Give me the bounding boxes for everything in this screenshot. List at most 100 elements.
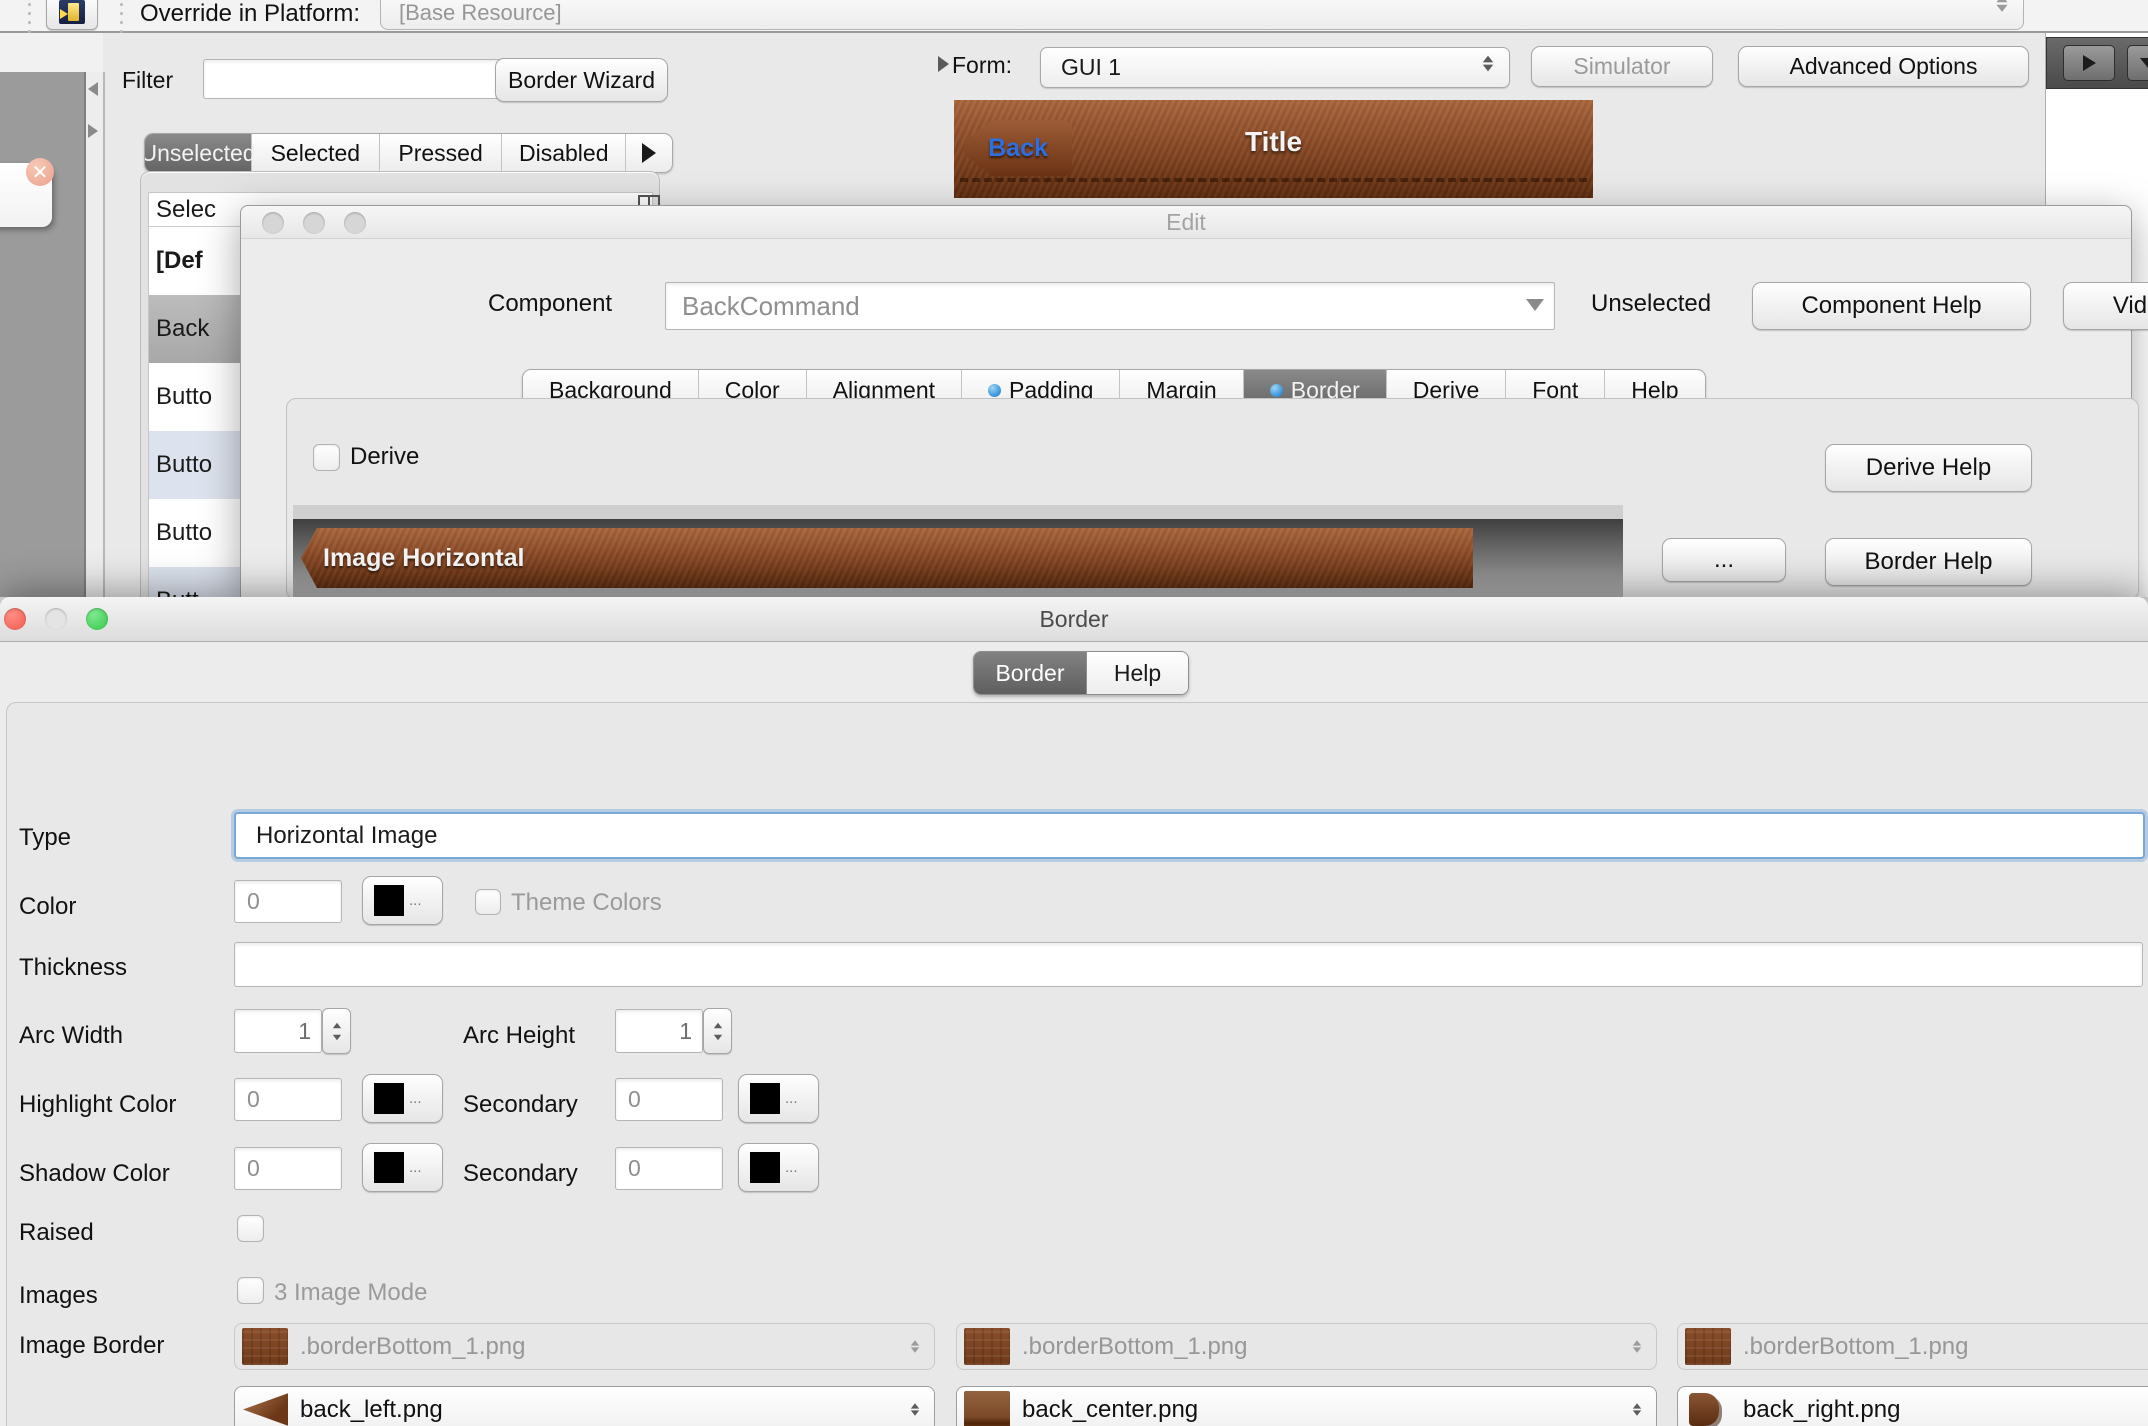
highlight-color-input[interactable]: 0 <box>234 1078 342 1121</box>
advanced-options-button[interactable]: Advanced Options <box>1738 46 2029 87</box>
edit-titlebar[interactable]: Edit <box>241 206 2131 239</box>
collapse-right-icon[interactable] <box>88 124 98 138</box>
advanced-options-label: Advanced Options <box>1790 53 1978 80</box>
table-header-label: Selec <box>156 196 216 224</box>
theme-colors-checkbox[interactable] <box>475 889 501 915</box>
thickness-input[interactable] <box>234 942 2143 987</box>
rear-dark-toolbar <box>2046 37 2148 89</box>
chevron-right-icon <box>642 143 656 163</box>
component-value: BackCommand <box>682 291 860 322</box>
color-swatch <box>374 885 404 916</box>
override-icon-button[interactable] <box>46 0 98 30</box>
shadow-swatch-button[interactable]: ... <box>362 1143 443 1192</box>
close-icon[interactable]: ✕ <box>26 158 54 186</box>
shadow-secondary-swatch-button[interactable]: ... <box>738 1143 819 1192</box>
toolbar-grip-dots-2 <box>120 3 123 33</box>
left-preview-panel: ✕ <box>0 72 86 597</box>
image-file-label: back_right.png <box>1743 1396 2148 1424</box>
close-button[interactable] <box>262 212 284 234</box>
arc-height-label: Arc Height <box>463 1021 575 1051</box>
derive-checkbox[interactable] <box>313 444 340 471</box>
arc-height-input[interactable]: 1 <box>615 1009 703 1053</box>
image-border-select-right[interactable]: back_right.png <box>1677 1386 2148 1426</box>
tab-overflow-button[interactable] <box>626 134 672 172</box>
shadow-color-input[interactable]: 0 <box>234 1147 342 1190</box>
component-combobox[interactable]: BackCommand <box>665 282 1555 330</box>
video-tutorial-label: Video Tutorial <box>2113 292 2148 320</box>
segment-border[interactable]: Border <box>974 652 1086 694</box>
collapse-left-icon[interactable] <box>88 82 98 96</box>
play-icon <box>2083 55 2096 71</box>
color-swatch <box>750 1152 780 1183</box>
highlight-swatch-button[interactable]: ... <box>362 1074 443 1123</box>
type-combobox[interactable]: Horizontal Image <box>234 812 2145 859</box>
tab-selected[interactable]: Selected <box>252 134 380 172</box>
border-picker-button[interactable]: ... <box>1662 538 1786 582</box>
stitch-line <box>960 178 1587 182</box>
simulator-button[interactable]: Simulator <box>1531 46 1713 87</box>
image-border-select-left[interactable]: back_left.png <box>234 1386 935 1426</box>
border-form-panel: Type Horizontal Image Color 0 ... Theme … <box>6 702 2148 1426</box>
platform-resource-select[interactable]: [Base Resource] <box>380 0 2024 30</box>
type-value: Horizontal Image <box>256 822 437 850</box>
ellipsis-label: ... <box>409 1159 422 1176</box>
more-label: ... <box>1714 546 1734 574</box>
form-collapse-icon[interactable] <box>938 56 949 72</box>
form-select[interactable]: GUI 1 <box>1040 47 1510 88</box>
component-label: Component <box>488 289 612 319</box>
border-titlebar[interactable]: Border <box>0 597 2148 642</box>
three-image-mode-label: 3 Image Mode <box>274 1278 427 1308</box>
image-border-select-top-right[interactable]: .borderBottom_1.png <box>1677 1323 2148 1370</box>
color-swatch-button[interactable]: ... <box>362 876 443 925</box>
zoom-button[interactable] <box>86 608 108 630</box>
image-border-select-center[interactable]: back_center.png <box>956 1386 1657 1426</box>
image-border-select-top-center[interactable]: .borderBottom_1.png <box>956 1323 1657 1370</box>
highlight-secondary-swatch-button[interactable]: ... <box>738 1074 819 1123</box>
close-button[interactable] <box>4 608 26 630</box>
minimize-button[interactable] <box>45 608 67 630</box>
image-thumbnail-icon <box>964 1391 1010 1426</box>
border-preview-item[interactable]: Image Horizontal <box>301 528 1473 588</box>
arc-height-value: 1 <box>679 1018 692 1045</box>
splitter-strip <box>86 72 105 597</box>
tab-unselected[interactable]: Unselected <box>145 134 252 172</box>
arc-height-stepper[interactable] <box>703 1008 732 1054</box>
arc-width-stepper[interactable] <box>322 1008 351 1054</box>
segment-label: Help <box>1114 660 1161 687</box>
tab-pressed[interactable]: Pressed <box>380 134 503 172</box>
edit-state-label: Unselected <box>1591 289 1711 319</box>
highlight-secondary-value: 0 <box>628 1086 641 1113</box>
segment-help[interactable]: Help <box>1086 652 1188 694</box>
border-help-label: Border Help <box>1864 548 1992 576</box>
color-input[interactable]: 0 <box>234 880 342 923</box>
image-file-label: .borderBottom_1.png <box>1743 1333 2148 1361</box>
raised-checkbox[interactable] <box>237 1215 264 1242</box>
color-swatch <box>750 1083 780 1114</box>
border-wizard-button[interactable]: Border Wizard <box>495 58 668 102</box>
shadow-secondary-input[interactable]: 0 <box>615 1147 723 1190</box>
zoom-button[interactable] <box>344 212 366 234</box>
three-image-mode-checkbox[interactable] <box>237 1277 264 1304</box>
color-label: Color <box>19 892 76 922</box>
derive-help-label: Derive Help <box>1866 454 1991 482</box>
edit-dialog: Edit Component BackCommand Unselected Co… <box>240 205 2132 599</box>
border-help-button[interactable]: Border Help <box>1825 538 2032 586</box>
select-updown-icon <box>911 1340 919 1353</box>
image-file-label: back_left.png <box>300 1396 908 1424</box>
highlight-secondary-input[interactable]: 0 <box>615 1078 723 1121</box>
component-help-button[interactable]: Component Help <box>1752 282 2031 330</box>
derive-help-button[interactable]: Derive Help <box>1825 444 2032 492</box>
rear-dropdown-button[interactable] <box>2127 45 2148 81</box>
image-border-select-top-left[interactable]: .borderBottom_1.png <box>234 1323 935 1370</box>
tab-disabled[interactable]: Disabled <box>502 134 626 172</box>
table-cell: Butto <box>156 383 212 411</box>
border-preview-list[interactable]: Image Horizontal <box>293 519 1623 598</box>
minimize-button[interactable] <box>303 212 325 234</box>
segment-label: Border <box>995 660 1064 687</box>
image-thumbnail-icon <box>242 1328 288 1365</box>
arc-width-input[interactable]: 1 <box>234 1009 322 1053</box>
video-tutorial-button[interactable]: Video Tutorial <box>2063 282 2148 330</box>
rear-play-button[interactable] <box>2063 45 2115 81</box>
color-swatch <box>374 1152 404 1183</box>
tab-label: Unselected <box>144 140 256 167</box>
